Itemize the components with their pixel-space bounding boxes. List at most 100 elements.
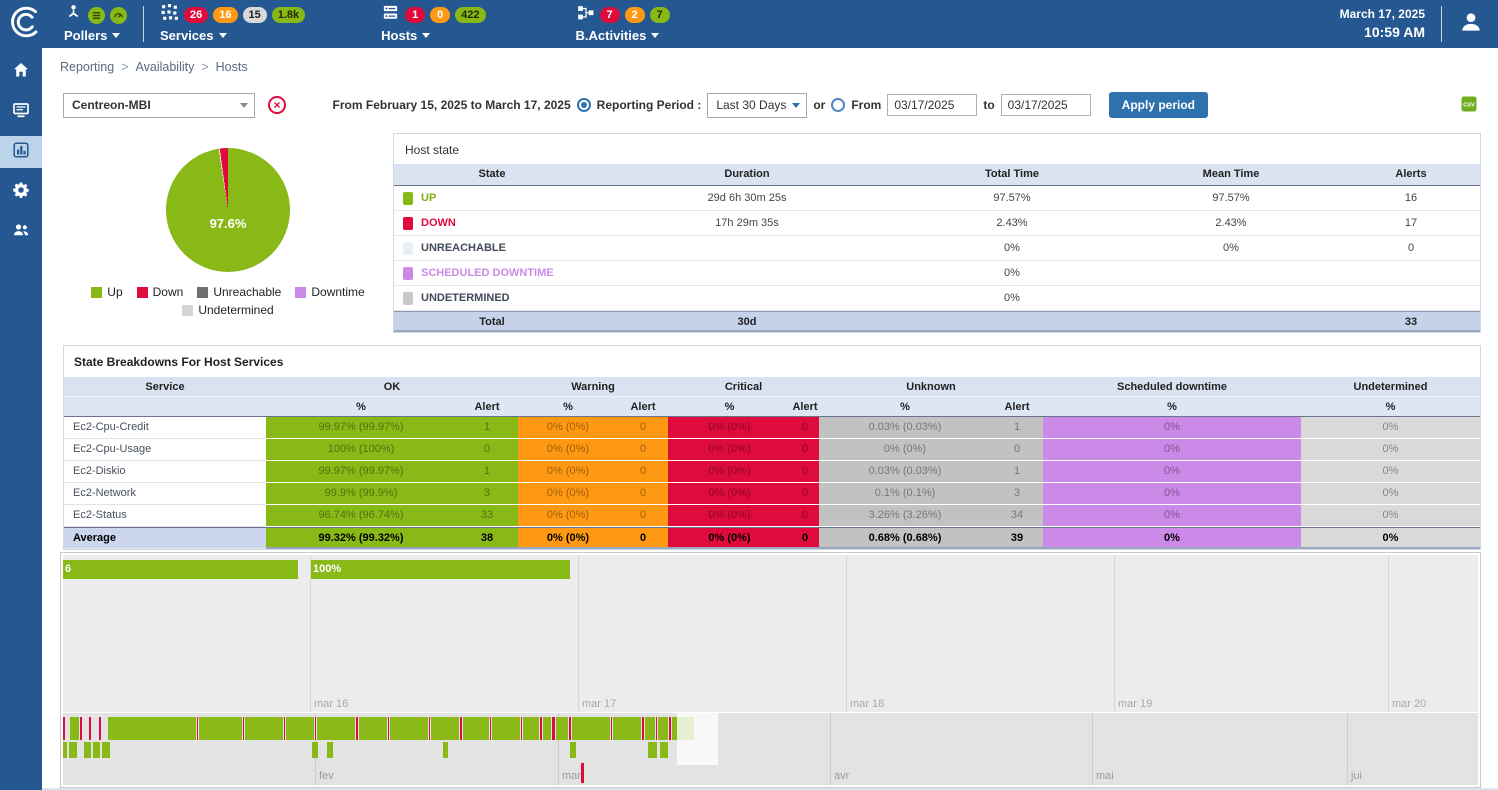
critical-alert: 0 [791, 527, 819, 549]
period-select[interactable]: Last 30 Days [707, 93, 807, 118]
warning-alert: 0 [618, 505, 668, 527]
critical-pct: 0% (0%) [668, 527, 791, 549]
unknown-alert: 3 [991, 483, 1043, 505]
breadcrumb-separator: > [201, 60, 208, 74]
hosts-icon [381, 3, 400, 27]
warning-pct: 0% (0%) [518, 439, 618, 461]
sidebar-item-home[interactable] [0, 56, 42, 88]
from-date-input[interactable] [887, 94, 977, 116]
export-csv-button[interactable]: CSV [1460, 95, 1478, 118]
ba-critical-badge[interactable]: 7 [600, 7, 620, 23]
ba-warning-badge[interactable]: 2 [625, 7, 645, 23]
nav-services[interactable]: 26 16 15 1.8k Services [148, 0, 317, 48]
clock: March 17, 2025 10:59 AM [1340, 7, 1425, 41]
mean-time-value: 97.57% [1120, 192, 1342, 204]
duration-value: 17h 29m 35s [590, 217, 904, 229]
services-critical-badge[interactable]: 26 [184, 7, 208, 23]
breadcrumb-reporting[interactable]: Reporting [60, 60, 114, 74]
ba-ok-badge[interactable]: 7 [650, 7, 670, 23]
hosts-unreachable-badge[interactable]: 0 [430, 7, 450, 23]
service-breakdown-row: Ec2-Status 96.74% (96.74%) 33 0% (0%) 0 … [64, 505, 1480, 527]
legend-item-downtime: Downtime [295, 285, 364, 299]
top-navbar: Pollers 26 16 15 1.8k Services 1 0 422 H… [0, 0, 1498, 48]
apply-period-button[interactable]: Apply period [1109, 92, 1208, 118]
centreon-logo[interactable] [0, 0, 52, 48]
hosts-up-badge[interactable]: 422 [455, 7, 485, 23]
sidebar-item-monitoring[interactable] [0, 96, 42, 128]
reporting-period-radio[interactable] [577, 98, 591, 112]
ok-pct: 99.97% (99.97%) [266, 461, 456, 483]
chevron-down-icon [240, 103, 248, 108]
minimap-selection-window[interactable] [677, 713, 718, 765]
sidebar-item-configuration[interactable] [0, 176, 42, 208]
warning-pct: 0% (0%) [518, 527, 618, 549]
sidebar-item-administration[interactable] [0, 216, 42, 248]
or-label: or [813, 98, 825, 112]
navbar-divider [143, 6, 144, 42]
host-group-select[interactable]: Centreon-MBI [63, 93, 255, 118]
minimap-gridline [830, 713, 831, 785]
total-time-value: 97.57% [904, 192, 1120, 204]
minimap-segment [660, 742, 668, 758]
sidebar-item-reporting[interactable] [0, 136, 42, 168]
availability-pie[interactable]: 97.6% [166, 148, 290, 272]
minimap-segment [443, 742, 448, 758]
current-time: 10:59 AM [1340, 23, 1425, 41]
services-warning-badge[interactable]: 16 [213, 7, 237, 23]
user-icon[interactable] [1458, 9, 1484, 40]
unknown-pct: 0.68% (0.68%) [819, 527, 991, 549]
breadcrumb-hosts[interactable]: Hosts [216, 60, 248, 74]
host-state-panel: Host state State Duration Total Time Mea… [393, 133, 1481, 333]
unknown-pct: 0.03% (0.03%) [819, 417, 991, 439]
nav-bactivities[interactable]: 7 2 7 B.Activities [564, 0, 682, 48]
minimap-segment [93, 742, 100, 758]
hosts-down-badge[interactable]: 1 [405, 7, 425, 23]
table-row-up: UP 29d 6h 30m 25s 97.57% 97.57% 16 [394, 186, 1480, 211]
undetermined-pct: 0% [1301, 461, 1480, 483]
timeline-gridline [1388, 555, 1389, 712]
total-time-empty [904, 312, 1120, 330]
ok-pct: 99.9% (99.9%) [266, 483, 456, 505]
critical-alert: 0 [791, 417, 819, 439]
minimap-segment [315, 717, 316, 740]
gear-icon [12, 181, 30, 204]
minimap-segment [648, 742, 657, 758]
total-time-value: 0% [904, 242, 1120, 254]
minimap-segment [569, 717, 571, 740]
service-breakdown-row: Ec2-Diskio 99.97% (99.97%) 1 0% (0%) 0 0… [64, 461, 1480, 483]
timeline-minimap[interactable]: fevmaravrmaijui [63, 713, 1478, 785]
ok-pct: 99.32% (99.32%) [266, 527, 456, 549]
breadcrumb-availability[interactable]: Availability [136, 60, 195, 74]
minimap-segment [645, 717, 655, 740]
minimap-segment [197, 717, 198, 740]
period-controls: From February 15, 2025 to March 17, 2025… [333, 92, 1208, 118]
group-critical: Critical [668, 377, 819, 396]
down-state-chip [403, 217, 413, 230]
legend-item-unreachable: Unreachable [197, 285, 281, 299]
services-pending-badge[interactable]: 15 [243, 7, 267, 23]
minimap-segment [356, 717, 358, 740]
custom-period-radio[interactable] [831, 98, 845, 112]
nav-pollers[interactable]: Pollers [52, 0, 139, 48]
chevron-down-icon [219, 33, 227, 38]
up-swatch [91, 287, 102, 298]
to-date-input[interactable] [1001, 94, 1091, 116]
nav-hosts[interactable]: 1 0 422 Hosts [369, 0, 497, 48]
sub-empty [64, 397, 266, 416]
scheduled-downtime-pct: 0% [1043, 505, 1301, 527]
ok-alert: 33 [456, 505, 518, 527]
from-label: From [851, 98, 881, 112]
ok-pct: 96.74% (96.74%) [266, 505, 456, 527]
timeline-main-plot[interactable]: mar 16mar 17mar 18mar 19mar 206100% [63, 555, 1478, 712]
main-content: Reporting>Availability>Hosts Centreon-MB… [42, 48, 1498, 790]
clear-selection-button[interactable]: × [268, 96, 286, 114]
minimap-segment [286, 717, 314, 740]
minimap-segment [108, 717, 196, 740]
legend-label: Downtime [311, 285, 364, 299]
minimap-segment [243, 717, 244, 740]
total-time-value: 0% [904, 267, 1120, 279]
column-header-state: State [394, 164, 590, 185]
availability-timeline-panel: mar 16mar 17mar 18mar 19mar 206100% fevm… [60, 552, 1481, 788]
services-ok-badge[interactable]: 1.8k [272, 7, 305, 23]
chevron-down-icon [792, 103, 800, 108]
